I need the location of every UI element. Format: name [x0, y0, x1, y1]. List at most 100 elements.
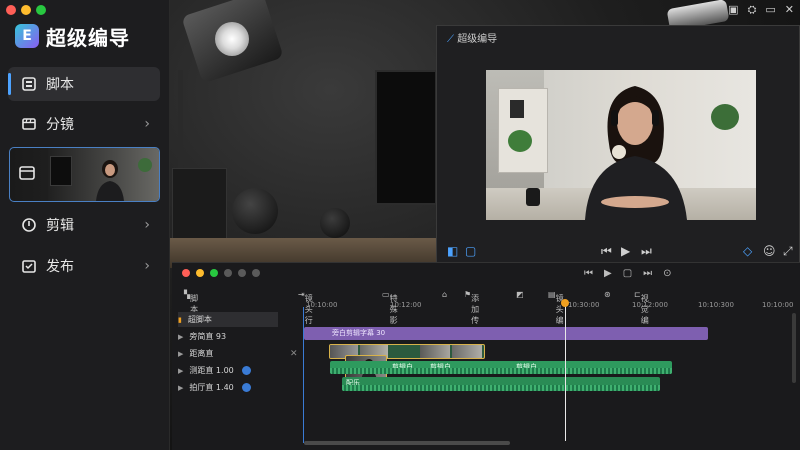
music-track-clip[interactable]: 配乐	[342, 377, 660, 391]
diamond-icon[interactable]: ◇	[743, 244, 752, 258]
sidebar-item-edit[interactable]: 剪辑 ›	[8, 208, 160, 242]
collapse-icon[interactable]: ✕	[290, 349, 298, 359]
thumbnail-plant	[138, 158, 152, 172]
playhead[interactable]	[565, 301, 566, 441]
track-marker-icon: ▮	[178, 315, 182, 324]
app-window: ▣ ⛭ ▭ ✕ E 超级编导 脚本 分镜 › 剪辑 › 发布 › ⟋ 超级编导 …	[0, 0, 800, 450]
window-icon[interactable]: ▭	[765, 3, 775, 17]
track-toggle-icon[interactable]	[241, 383, 251, 392]
track-name: 距离直	[189, 349, 214, 358]
storyboard-frame-icon	[18, 164, 36, 186]
timeline-minimize-button[interactable]	[196, 269, 204, 277]
chevron-right-icon: ›	[144, 217, 150, 233]
face-icon[interactable]: ☺	[763, 244, 776, 258]
app-title: 超级编导	[46, 26, 130, 50]
track-name: 超脚本	[187, 315, 212, 324]
studio-light-glow	[215, 22, 249, 56]
track-header-narration[interactable]: ▶ 旁简直 93	[178, 329, 278, 344]
toolbar-add-legend[interactable]: ⚑ 添加传说	[464, 290, 479, 336]
previous-frame-button[interactable]: ⏮	[601, 244, 612, 259]
fullscreen-icon[interactable]: ⤢	[783, 244, 793, 259]
preview-crop-icon[interactable]: ▢	[465, 244, 476, 258]
window-toolbar: ▣ ⛭ ▭ ✕	[728, 3, 794, 17]
close-icon[interactable]: ✕	[785, 3, 794, 17]
publish-icon	[20, 257, 38, 275]
toolbar-shot-number[interactable]: ▤ 镜头编号	[548, 290, 564, 336]
thumbnail-monitor	[50, 156, 72, 186]
timeline-play-button[interactable]: ▶	[604, 268, 612, 279]
background-camera	[320, 208, 350, 238]
timeline-ruler[interactable]: 10:10:00 10:12:00 10:30:00 10:12:000 10:…	[302, 301, 800, 311]
stop-button[interactable]: ▢	[623, 268, 632, 279]
sidebar-item-label: 剪辑	[46, 218, 74, 234]
chevron-right-icon: ›	[144, 116, 150, 132]
timeline-dot	[238, 269, 246, 277]
script-icon	[20, 75, 38, 93]
voice-track-clip[interactable]: 剪辑白 剪辑白 剪辑白	[330, 361, 672, 374]
skip-forward-button[interactable]: ⏭	[643, 268, 652, 279]
skip-back-button[interactable]: ⏮	[584, 268, 593, 279]
timeline-transport: ⏮ ▶ ▢ ⏭ ⊙	[584, 268, 672, 279]
preview-plant	[508, 130, 532, 152]
preview-video-frame[interactable]	[486, 70, 756, 220]
sidebar-item-script[interactable]: 脚本	[8, 67, 160, 101]
timeline-horizontal-scrollbar[interactable]	[304, 441, 510, 445]
app-logo-glyph: E	[22, 28, 32, 44]
sidebar-item-label: 发布	[46, 259, 74, 275]
storyboard-icon	[20, 115, 38, 133]
toolbar-visual-number[interactable]: ⊏ 视觉编号	[634, 290, 649, 336]
app-logo: E	[15, 24, 39, 48]
playhead-handle[interactable]	[561, 299, 569, 307]
video-thumb	[452, 345, 482, 358]
sidebar-item-storyboard[interactable]: 分镜 ›	[8, 107, 160, 141]
zoom-window-button[interactable]	[36, 5, 46, 15]
toolbar-icon[interactable]: ⊛	[604, 290, 611, 299]
storyboard-thumbnail[interactable]	[9, 147, 160, 202]
audio-waveform	[330, 368, 672, 374]
toolbar-icon[interactable]: ◩	[516, 290, 524, 299]
preview-mug	[526, 188, 540, 206]
thumbnail-person	[96, 160, 124, 201]
loop-button[interactable]: ⊙	[663, 268, 671, 279]
timeline-close-button[interactable]	[182, 269, 190, 277]
track-name: 拍厅直 1.40	[189, 383, 234, 392]
toolbar-shot-line[interactable]: ⇥ 镜头行	[298, 290, 313, 325]
preview-layout-icon[interactable]: ◧	[447, 244, 458, 258]
track-header-voice[interactable]: ▶ 测距直 1.00	[178, 363, 278, 378]
ruler-tick: 10:10:00	[762, 301, 794, 309]
timeline-zoom-button[interactable]	[210, 269, 218, 277]
window-traffic-lights	[6, 5, 46, 15]
preview-controls: ◧ ▢ ⏮ ▶ ⏭ ◇ ☺ ⤢	[437, 240, 800, 264]
preview-window: ⟋ 超级编导 ◧ ▢ ⏮ ▶ ⏭ ◇ ☺ ⤢	[436, 25, 800, 267]
timeline-window-dots	[182, 269, 260, 277]
background-monitor	[375, 70, 437, 205]
toolbar-script-tab[interactable]: ▚ 脚本	[184, 290, 198, 314]
settings-icon[interactable]: ⛭	[748, 3, 757, 17]
play-button[interactable]: ▶	[621, 244, 630, 258]
audio-waveform	[342, 385, 660, 391]
timeline-dot	[252, 269, 260, 277]
next-frame-button[interactable]: ⏭	[641, 244, 652, 259]
sidebar-item-publish[interactable]: 发布 ›	[8, 249, 160, 283]
pencil-icon: ⟋	[447, 34, 454, 45]
ruler-tick: 10:12:000	[632, 301, 668, 309]
track-header-script[interactable]: ▮ 超脚本	[178, 312, 278, 327]
toolbar-icon[interactable]: ⌂	[442, 290, 447, 299]
save-icon[interactable]: ▣	[728, 3, 738, 17]
track-header-music[interactable]: ▶ 拍厅直 1.40	[178, 380, 278, 395]
track-toggle-icon[interactable]	[241, 366, 251, 375]
ruler-tick: 10:10:00	[306, 301, 338, 309]
script-clip[interactable]: 旁白剪辑字幕 30	[304, 327, 708, 340]
minimize-window-button[interactable]	[21, 5, 31, 15]
ruler-tick: 10:30:00	[568, 301, 600, 309]
toolbar-special-mark[interactable]: ▭ 特殊影号	[382, 290, 398, 336]
clip-label: 旁白剪辑字幕 30	[332, 329, 386, 337]
preview-person	[585, 86, 687, 220]
sidebar-item-label: 分镜	[46, 117, 74, 133]
track-header-distance[interactable]: ▶ 距离直	[178, 346, 278, 361]
timeline-vertical-scrollbar[interactable]	[792, 313, 796, 383]
close-window-button[interactable]	[6, 5, 16, 15]
preview-plant-right	[711, 104, 739, 130]
preview-title-text: 超级编导	[457, 34, 498, 45]
track-name: 测距直 1.00	[189, 366, 234, 375]
